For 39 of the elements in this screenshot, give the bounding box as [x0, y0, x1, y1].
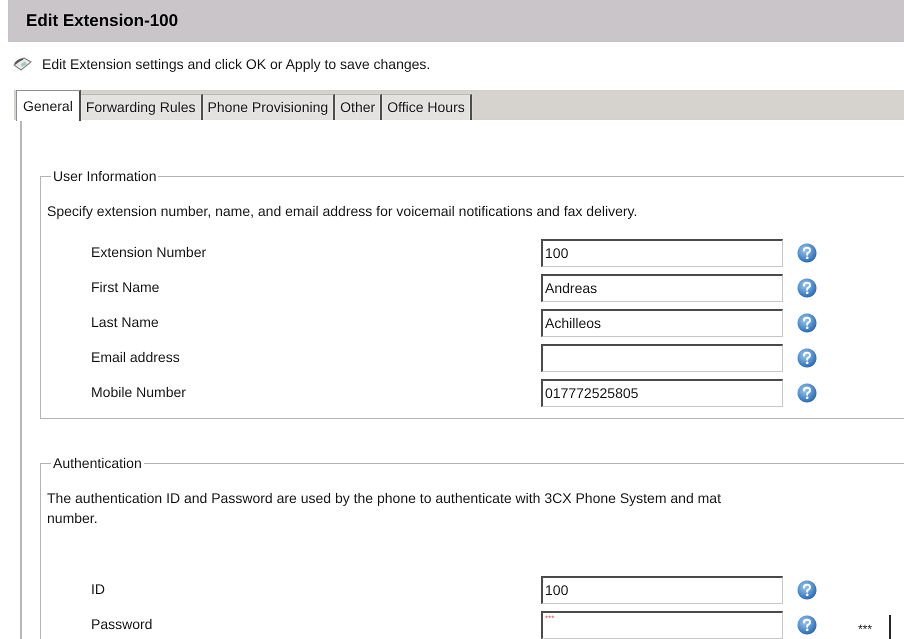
field-label: Mobile Number: [90, 383, 187, 402]
field-value: ***: [545, 612, 554, 624]
tab[interactable]: General: [16, 90, 81, 121]
help-icon[interactable]: [797, 312, 817, 332]
field-value: 017772525805: [545, 384, 638, 402]
help-icon[interactable]: [797, 242, 817, 262]
field-value: 100: [545, 244, 568, 262]
section-legend: User Information: [51, 166, 158, 187]
field-value: Achilleos: [545, 314, 602, 332]
help-icon[interactable]: [797, 382, 817, 402]
input-field[interactable]: Achilleos: [541, 308, 783, 336]
tab[interactable]: Office Hours: [382, 94, 472, 120]
tab[interactable]: Other: [335, 94, 382, 120]
input-field[interactable]: 100: [541, 576, 783, 604]
phone-icon: [12, 56, 32, 72]
input-field[interactable]: Andreas: [541, 274, 783, 302]
field-label: ID: [90, 580, 106, 599]
field-label: Extension Number: [90, 243, 208, 262]
section-legend: Authentication: [51, 453, 144, 474]
page-title: Edit Extension-100: [26, 10, 178, 32]
field-value: 100: [545, 580, 568, 600]
input-field[interactable]: 100: [541, 238, 783, 266]
field-value: Andreas: [545, 278, 598, 298]
help-icon[interactable]: [797, 580, 817, 600]
field-label: Email address: [90, 348, 181, 367]
help-icon[interactable]: [797, 278, 817, 298]
field-label: Password: [90, 615, 154, 634]
field-label: Last Name: [90, 313, 160, 332]
tab[interactable]: Forwarding Rules: [80, 94, 203, 120]
field-label: First Name: [90, 278, 160, 297]
help-icon[interactable]: [797, 614, 817, 634]
input-field[interactable]: 017772525805: [541, 378, 783, 406]
tab[interactable]: Phone Provisioning: [202, 94, 336, 120]
hint-text: Edit Extension settings and click OK or Apply to save changes.: [42, 54, 430, 74]
input-field[interactable]: ***: [541, 610, 783, 638]
input-field[interactable]: [541, 344, 783, 372]
help-icon[interactable]: [797, 348, 817, 368]
section-description: The authentication ID and Password are used by the phone to authenticate with 3CX Phone System and mat number.: [47, 489, 722, 528]
section-description: Specify extension number, name, and email address for voicemail notifications and fax delivery.: [47, 202, 638, 221]
